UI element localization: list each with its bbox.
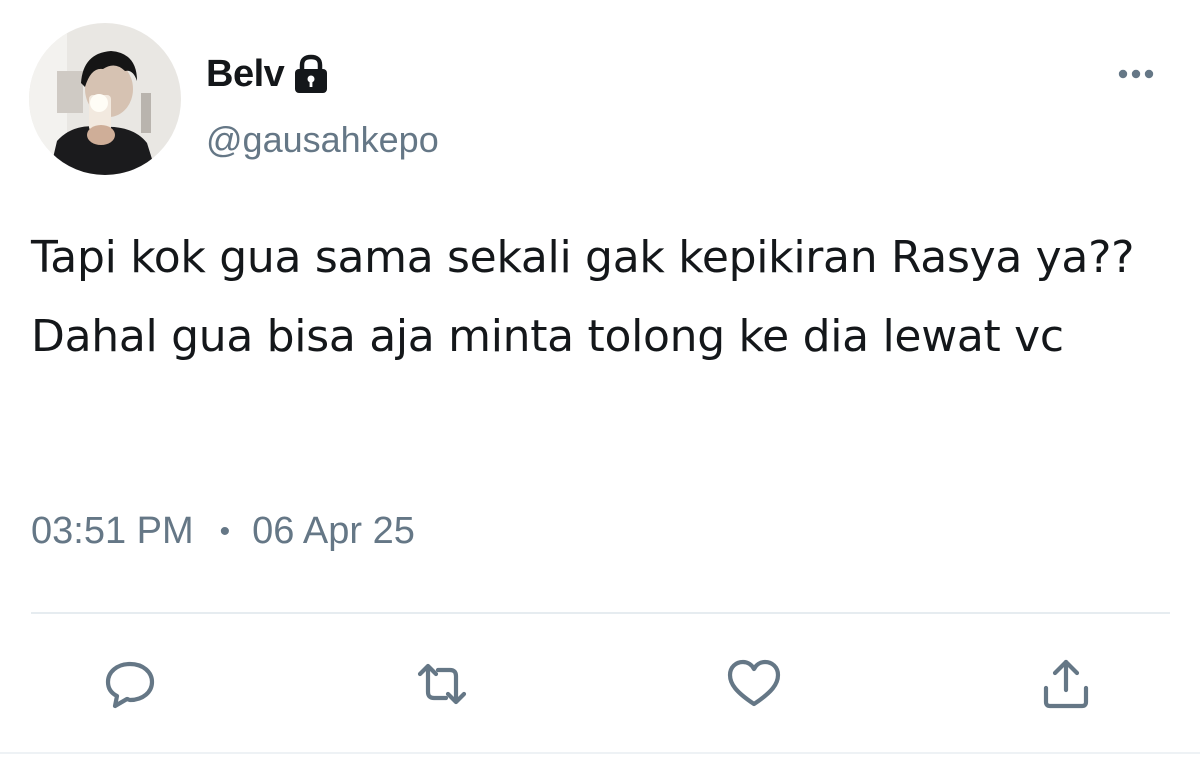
share-upload-icon: [1043, 659, 1089, 709]
user-handle[interactable]: @gausahkepo: [206, 119, 439, 161]
separator-dot: •: [219, 514, 231, 548]
bottom-divider: [0, 752, 1200, 754]
author-name-row: Belv: [206, 46, 331, 102]
avatar-image: [29, 23, 181, 175]
divider: [31, 612, 1170, 614]
tweet-time: 03:51 PM: [31, 510, 194, 552]
like-button[interactable]: [722, 652, 786, 716]
lock-icon: [291, 53, 331, 95]
tweet-text: Tapi kok gua sama sekali gak kepikiran R…: [31, 232, 1135, 362]
display-name[interactable]: Belv: [206, 53, 285, 96]
retweet-arrows-icon: [417, 663, 467, 705]
tweet-date: 06 Apr 25: [252, 510, 415, 552]
tweet-timestamp: 03:51 PM • 06 Apr 25: [31, 510, 415, 553]
retweet-button[interactable]: [410, 652, 474, 716]
three-dots-icon[interactable]: [1112, 60, 1160, 88]
speech-bubble-icon: [105, 661, 155, 709]
share-button[interactable]: [1034, 652, 1098, 716]
reply-button[interactable]: [98, 652, 162, 716]
avatar[interactable]: [29, 23, 181, 175]
heart-icon: [727, 659, 781, 707]
